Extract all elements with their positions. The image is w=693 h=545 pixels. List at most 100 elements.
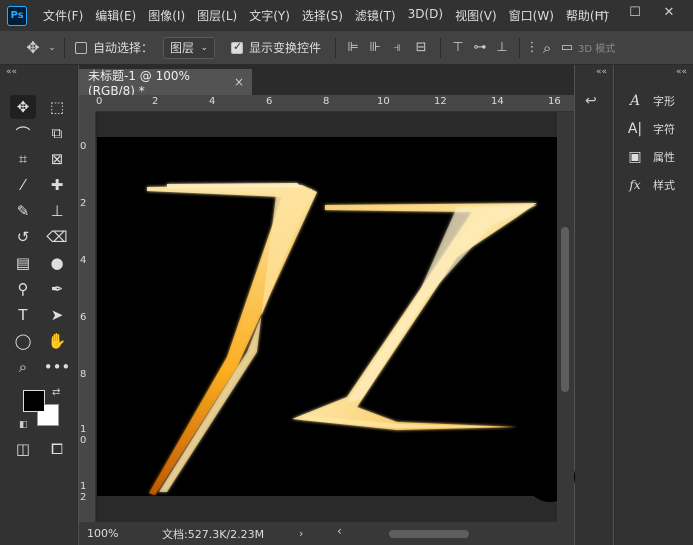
crop-tool-icon[interactable]: ⌗ bbox=[10, 147, 36, 171]
menu-3d[interactable]: 3D(D) bbox=[402, 7, 449, 24]
panel-properties[interactable]: ▣ 属性 bbox=[625, 145, 675, 169]
menu-window[interactable]: 窗口(W) bbox=[503, 7, 560, 24]
distribute-icon[interactable]: ⋮ bbox=[526, 40, 539, 55]
swap-colors-icon[interactable]: ⇄ bbox=[52, 387, 60, 398]
status-bar: 100% 文档:527.3K/2.23M › ‹ bbox=[79, 522, 574, 545]
dock-collapse[interactable]: «« bbox=[575, 65, 613, 79]
zoom-level[interactable]: 100% bbox=[79, 527, 127, 540]
zoom-tool-icon[interactable]: ⌕ bbox=[10, 355, 36, 379]
move-tool-icon[interactable]: ✥ bbox=[10, 95, 36, 119]
panel-label: 字形 bbox=[653, 95, 675, 108]
search-icon[interactable]: ⌕ bbox=[538, 39, 556, 57]
menu-type[interactable]: 文字(Y) bbox=[243, 7, 296, 24]
frame-tool-icon[interactable]: ⊠ bbox=[44, 147, 70, 171]
menu-items: 文件(F) 编辑(E) 图像(I) 图层(L) 文字(Y) 选择(S) 滤镜(T… bbox=[37, 7, 614, 24]
panel-label: 字符 bbox=[653, 123, 675, 136]
divider bbox=[335, 37, 337, 58]
tools-panel: «« ✥ ⬚ ⌒ ⧉ ⌗ ⊠ ⁄ ✚ ✎ ⊥ ↺ ⌫ ▤ ● ⚲ ✒ T ➤ ◯… bbox=[0, 65, 78, 545]
hand-tool-icon[interactable]: ✋ bbox=[44, 329, 70, 353]
tools-collapse[interactable]: «« bbox=[0, 65, 77, 79]
ruler-label: 2 bbox=[152, 96, 159, 107]
lasso-tool-icon[interactable]: ⌒ bbox=[10, 121, 36, 145]
horizontal-scrollbar[interactable]: ‹ bbox=[337, 524, 557, 539]
menu-view[interactable]: 视图(V) bbox=[449, 7, 503, 24]
collapsed-panel-dock: «« ↩ bbox=[575, 65, 613, 545]
path-select-tool-icon[interactable]: ➤ bbox=[44, 303, 70, 327]
gradient-tool-icon[interactable]: ▤ bbox=[10, 251, 36, 275]
menu-file[interactable]: 文件(F) bbox=[37, 7, 89, 24]
panel-label: 属性 bbox=[653, 151, 675, 164]
ellipse-tool-icon[interactable]: ◯ bbox=[10, 329, 36, 353]
horizontal-scrollbar-thumb[interactable] bbox=[389, 530, 469, 538]
workspace-icon[interactable]: ▭ bbox=[556, 40, 578, 55]
screen-mode-icon[interactable]: ⧠ bbox=[44, 437, 70, 461]
close-tab-icon[interactable]: × bbox=[234, 75, 244, 89]
quick-mask-icon[interactable]: ◫ bbox=[10, 437, 36, 461]
ruler-label: 10 bbox=[377, 96, 390, 107]
ruler-label: 6 bbox=[266, 96, 273, 107]
history-panel-icon[interactable]: ↩ bbox=[585, 93, 597, 109]
ruler-label: 14 bbox=[491, 96, 504, 107]
ruler-label: 8 bbox=[80, 369, 87, 380]
ruler-label: 6 bbox=[80, 312, 87, 323]
object-select-tool-icon[interactable]: ⧉ bbox=[44, 121, 70, 145]
vertical-scrollbar[interactable] bbox=[557, 112, 574, 522]
vertical-scrollbar-thumb[interactable] bbox=[561, 227, 569, 392]
panel-glyphs[interactable]: A 字形 bbox=[625, 89, 675, 113]
collapse-icon: «« bbox=[675, 67, 687, 77]
menu-filter[interactable]: 滤镜(T) bbox=[349, 7, 402, 24]
align-right-icon[interactable]: ⫣ bbox=[386, 40, 408, 55]
align-middle-icon[interactable]: ⊟ bbox=[408, 40, 434, 55]
minimize-button[interactable]: — bbox=[587, 0, 619, 24]
glowing-72-artwork bbox=[147, 183, 537, 495]
align-center-icon[interactable]: ⊪ bbox=[364, 40, 386, 55]
menu-layer[interactable]: 图层(L) bbox=[191, 7, 243, 24]
type-tool-icon[interactable]: T bbox=[10, 303, 36, 327]
pen-tool-icon[interactable]: ✒ bbox=[44, 277, 70, 301]
close-button[interactable]: ✕ bbox=[653, 0, 685, 24]
align-bottom-icon[interactable]: ⊥ bbox=[491, 40, 513, 55]
eyedropper-tool-icon[interactable]: ⁄ bbox=[10, 173, 36, 197]
dodge-tool-icon[interactable]: ⚲ bbox=[10, 277, 36, 301]
collapse-icon: «« bbox=[595, 67, 607, 77]
panel-character[interactable]: A| 字符 bbox=[625, 117, 675, 141]
ruler-label: 0 bbox=[96, 96, 103, 107]
chevron-down-icon[interactable]: ⌄ bbox=[46, 43, 58, 53]
menu-select[interactable]: 选择(S) bbox=[296, 7, 349, 24]
blur-tool-icon[interactable]: ● bbox=[44, 251, 70, 275]
auto-select-checkbox[interactable] bbox=[75, 41, 87, 54]
ruler-label: 12 bbox=[80, 481, 87, 503]
menu-image[interactable]: 图像(I) bbox=[142, 7, 191, 24]
auto-select-target-dropdown[interactable]: 图层 ⌄ bbox=[163, 36, 216, 59]
document-info: 文档:527.3K/2.23M bbox=[162, 527, 265, 541]
eraser-tool-icon[interactable]: ⌫ bbox=[44, 225, 70, 249]
history-brush-tool-icon[interactable]: ↺ bbox=[10, 225, 36, 249]
menu-edit[interactable]: 编辑(E) bbox=[89, 7, 142, 24]
canvas[interactable] bbox=[97, 137, 557, 496]
dropdown-value: 图层 bbox=[170, 41, 195, 55]
stamp-tool-icon[interactable]: ⊥ bbox=[44, 199, 70, 223]
glyph-icon: A bbox=[629, 93, 641, 109]
show-transform-checkbox[interactable] bbox=[231, 40, 244, 54]
ruler-label: 2 bbox=[80, 198, 87, 209]
healing-brush-tool-icon[interactable]: ✚ bbox=[44, 173, 70, 197]
maximize-button[interactable]: ☐ bbox=[619, 0, 651, 24]
more-tools-icon[interactable]: ••• bbox=[44, 355, 71, 379]
move-tool-icon[interactable]: ✥ bbox=[20, 38, 46, 57]
brush-tool-icon[interactable]: ✎ bbox=[10, 199, 36, 223]
photoshop-logo: Ps bbox=[7, 5, 27, 26]
ruler-label: 12 bbox=[434, 96, 447, 107]
chevron-right-icon[interactable]: › bbox=[299, 527, 303, 540]
align-left-icon[interactable]: ⊫ bbox=[342, 40, 364, 55]
dock-collapse[interactable]: «« bbox=[615, 65, 693, 79]
marquee-tool-icon[interactable]: ⬚ bbox=[44, 95, 70, 119]
chevron-left-icon[interactable]: ‹ bbox=[337, 524, 342, 538]
ruler-label: 10 bbox=[80, 424, 87, 446]
default-colors-icon[interactable]: ◧ bbox=[19, 420, 28, 430]
panel-styles[interactable]: fx 样式 bbox=[625, 173, 675, 197]
document-area: 未标题-1 @ 100%(RGB/8) * × 0 2 4 6 8 10 12 … bbox=[79, 65, 575, 545]
document-tab-title: 未标题-1 @ 100%(RGB/8) * bbox=[88, 68, 190, 98]
document-tab[interactable]: 未标题-1 @ 100%(RGB/8) * × bbox=[79, 68, 252, 98]
align-vcenter-icon[interactable]: ⊶ bbox=[469, 40, 491, 55]
align-top-icon[interactable]: ⊤ bbox=[447, 40, 469, 55]
